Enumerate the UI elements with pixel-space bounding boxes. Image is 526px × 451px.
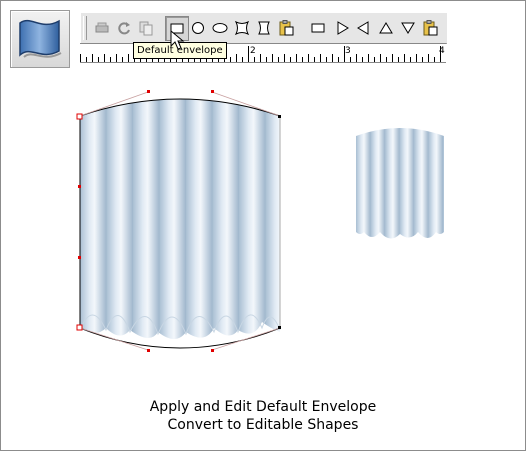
large-curtain-shape[interactable] [79, 98, 281, 349]
small-curtain-shape[interactable] [356, 128, 444, 239]
caption-line-1: Apply and Edit Default Envelope [149, 399, 377, 415]
caption-line-2: Convert to Editable Shapes [167, 417, 359, 433]
drawing-canvas[interactable] [0, 0, 526, 451]
